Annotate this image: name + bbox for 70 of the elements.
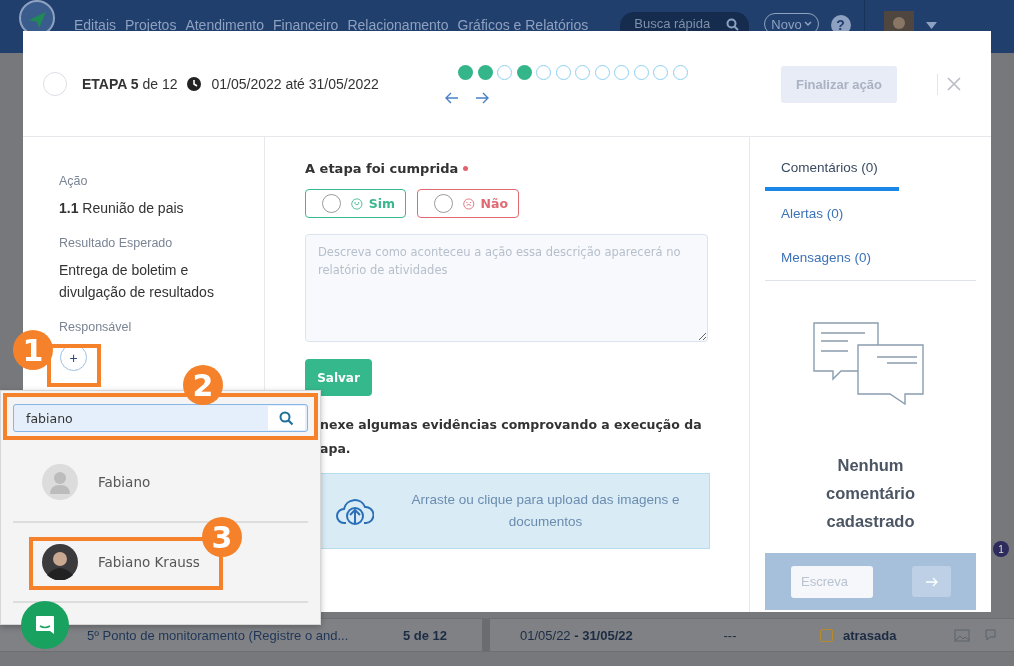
status-checkbox[interactable] [820,628,833,642]
step-dot[interactable] [672,65,688,80]
chevron-down-icon [803,21,812,27]
step-dot[interactable] [614,65,629,80]
upload-area[interactable]: Arraste ou clique para upload das imagens e documentos [320,473,710,549]
step-dot[interactable] [633,65,649,80]
expected-result: Entrega de boletim e divulgação de resultados [59,261,215,302]
arrow-left-icon[interactable] [445,92,459,104]
step-title: ETAPA 5 de 12 [82,75,178,92]
notification-badge: 1 [993,541,1009,557]
nav-link[interactable]: Projetos [125,17,177,33]
step-dot[interactable] [458,65,473,80]
step-dot[interactable] [516,65,532,80]
description-field[interactable]: Descreva como aconteceu a ação essa descrição aparecerá no relatório de atividades [305,234,708,342]
step-dot[interactable] [653,65,668,80]
table-cell-text: 5º Ponto de monitoramento (Registre o and... [87,627,350,643]
answer-option[interactable]: Sim [305,189,406,218]
table-cell-text: 5 de 12 [401,627,447,643]
user-avatar [42,464,78,500]
empty-message: Nenhum comentário cadastrado [825,455,916,532]
cloud-upload-icon [336,497,374,525]
panel-tab[interactable]: Alertas (0) [765,191,860,235]
close-icon[interactable] [947,77,961,91]
nav-link[interactable]: Relacionamento [347,17,449,33]
chat-icon [34,614,56,636]
comment-field[interactable]: Escreva [791,565,873,598]
search-icon [726,18,740,31]
save-button[interactable]: Salvar [305,359,372,396]
step-dot[interactable] [536,65,551,80]
field-label: Resultado Esperado [59,236,174,250]
search-input[interactable]: fabiano [24,409,268,427]
user-result[interactable]: Fabiano [13,443,308,523]
table-cell-text: --- [722,627,738,643]
step-dot[interactable] [477,65,493,80]
arrow-right-icon [925,576,938,587]
date-range: 01/05/2022 até 31/05/2022 [211,75,379,92]
search-field[interactable]: fabiano [13,404,308,432]
step-dot[interactable] [594,65,610,80]
frown-icon [463,196,475,211]
action-name: 1.1 Reunião de pais [59,199,185,218]
evidence-instruction: nexe algumas evidências comprovando a execução da [320,416,703,434]
image-icon[interactable] [954,628,970,642]
user-avatar [42,544,78,580]
step-dot[interactable] [497,65,512,80]
evidence-instruction: apa. [320,440,352,458]
search-button[interactable] [268,406,305,430]
arrow-right-icon[interactable] [475,92,489,104]
search-field[interactable]: Busca rápida [620,12,750,31]
field-label: Responsável [59,320,133,334]
avatar[interactable] [883,11,914,31]
panel-tab[interactable]: Comentários (0) [765,147,899,191]
step-dot[interactable] [575,65,590,80]
search-icon [279,410,294,426]
nav-link[interactable]: Atendimento [185,17,264,33]
question-label: A etapa foi cumprida [305,161,459,176]
step-dot[interactable] [555,65,571,80]
step-number-badge: 1 [13,330,53,370]
answer-option[interactable]: Não [417,189,519,218]
field-label: Ação [59,174,89,188]
smiley-icon [351,196,363,211]
upload-hint: Arraste ou clique para upload das imagens e documentos [410,491,681,531]
clock-icon [187,76,202,91]
panel-tab[interactable]: Mensagens (0) [765,235,888,279]
status-text: atrasada [843,627,897,643]
caret-icon[interactable] [925,22,937,29]
nav-link[interactable]: Editais [74,17,117,33]
send-button[interactable] [912,566,951,597]
table-cell-text: 01/05/22 - 31/05/22 [520,627,634,643]
nav-link[interactable]: Gráficos e Relatórios [457,17,589,33]
nav-link[interactable]: Financeiro [273,17,339,33]
